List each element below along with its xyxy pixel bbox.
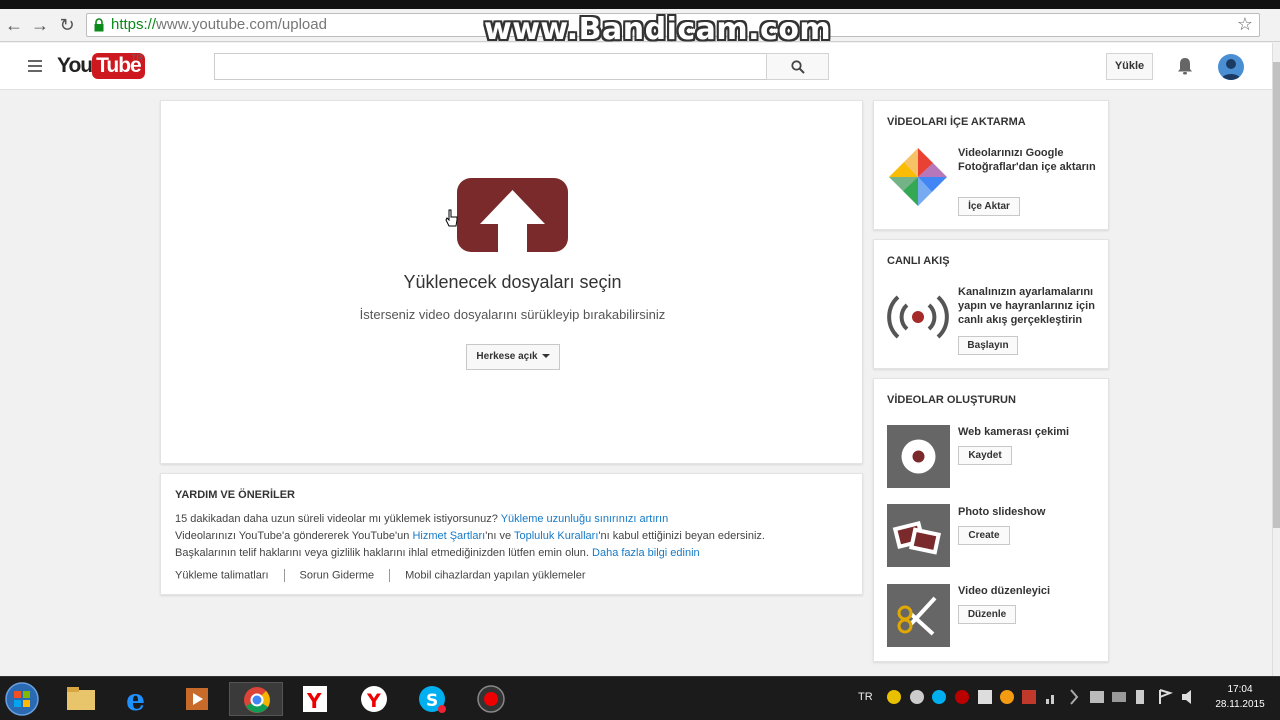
record-icon <box>477 685 505 713</box>
import-card: VİDEOLARI İÇE AKTARMA Videolarınızı Goog… <box>873 100 1109 230</box>
system-tray-icons[interactable] <box>884 687 1204 707</box>
import-title: VİDEOLARI İÇE AKTARMA <box>887 116 1026 128</box>
media-player-icon <box>186 688 208 710</box>
import-description: Videolarınızı Google Fotoğraflar'dan içe… <box>958 147 1096 173</box>
upload-button[interactable]: Yükle <box>1106 53 1153 80</box>
svg-text:Y: Y <box>306 689 322 713</box>
google-photos-icon <box>889 148 947 206</box>
live-card: CANLI AKIŞ Kanalınızın ayarlamalarını ya… <box>873 239 1109 369</box>
taskbar-yandex[interactable]: Y <box>347 682 401 716</box>
import-button[interactable]: İçe Aktar <box>958 197 1020 216</box>
yandex-icon: Y <box>361 686 387 712</box>
upload-instructions-link[interactable]: Yükleme talimatları <box>175 569 269 581</box>
language-indicator[interactable]: TR <box>858 691 873 703</box>
webcam-tile[interactable] <box>887 425 950 488</box>
caret-down-icon <box>541 354 550 359</box>
taskbar-bandicam[interactable] <box>464 682 518 716</box>
create-slideshow-button[interactable]: Create <box>958 526 1010 545</box>
taskbar-explorer[interactable] <box>54 682 108 716</box>
upload-dropzone[interactable]: Yüklenecek dosyaları seçin İsterseniz vi… <box>160 100 863 464</box>
edit-button[interactable]: Düzenle <box>958 605 1016 624</box>
recording-watermark: www.Bandicam.com <box>484 12 832 47</box>
guide-menu-icon[interactable] <box>28 60 42 72</box>
upload-arrow-icon[interactable] <box>457 178 568 252</box>
help-title: YARDIM VE ÖNERİLER <box>175 489 296 501</box>
avatar[interactable] <box>1218 54 1244 80</box>
upload-subtitle: İsterseniz video dosyalarını sürükleyip … <box>359 307 666 322</box>
editor-label: Video düzenleyici <box>958 585 1051 597</box>
bookmark-star-icon[interactable]: ☆ <box>1237 14 1253 35</box>
help-links: Yükleme talimatları Sorun Giderme Mobil ci… <box>175 569 586 582</box>
terms-link[interactable]: Hizmet Şartları <box>412 530 485 542</box>
system-clock[interactable]: 17:04 28.11.2015 <box>1210 682 1270 712</box>
privacy-dropdown[interactable]: Herkese açık <box>466 344 560 370</box>
search-button[interactable] <box>766 53 829 80</box>
skype-icon: S <box>419 686 446 713</box>
svg-text:e: e <box>126 683 145 716</box>
help-line-2: Videolarınızı YouTube'a göndererek YouTu… <box>175 530 765 542</box>
increase-limit-link[interactable]: Yükleme uzunluğu sınırınızı artırın <box>501 513 669 525</box>
record-button[interactable]: Kaydet <box>958 446 1012 465</box>
screen-top-strip <box>0 0 1280 9</box>
youtube-header: You Tube TR Yükle <box>0 43 1272 90</box>
scrollbar-thumb[interactable] <box>1273 62 1280 528</box>
photo-slideshow-icon <box>892 520 941 555</box>
webcam-label: Web kamerası çekimi <box>958 426 1070 438</box>
live-start-button[interactable]: Başlayın <box>958 336 1018 355</box>
svg-text:S: S <box>426 691 438 711</box>
taskbar-yandex-browser[interactable]: Y <box>288 682 342 716</box>
create-card: VİDEOLAR OLUŞTURUN Web kamerası çekimi K… <box>873 378 1109 662</box>
bell-icon[interactable] <box>1176 56 1194 76</box>
region-label: TR <box>131 53 143 63</box>
help-line-3: Başkalarının telif haklarını veya gizlil… <box>175 547 700 559</box>
internet-explorer-icon: e <box>126 683 145 718</box>
url-text: https://www.youtube.com/upload <box>111 16 327 33</box>
upload-title: Yüklenecek dosyaları seçin <box>403 272 622 292</box>
back-arrow-icon[interactable]: ← <box>4 15 24 35</box>
taskbar-ie[interactable]: e <box>112 682 166 718</box>
troubleshooting-link[interactable]: Sorun Giderme <box>300 569 375 581</box>
taskbar-skype[interactable]: S <box>405 682 459 716</box>
taskbar-media[interactable] <box>170 682 224 716</box>
help-card: YARDIM VE ÖNERİLER 15 dakikadan daha uzu… <box>160 473 863 595</box>
taskbar-chrome[interactable] <box>229 682 283 716</box>
learn-more-link[interactable]: Daha fazla bilgi edinin <box>592 547 700 559</box>
editor-tile[interactable] <box>887 584 950 647</box>
mouse-cursor-icon <box>445 209 458 227</box>
lock-icon <box>94 18 104 32</box>
live-title: CANLI AKIŞ <box>887 255 950 267</box>
search-input[interactable] <box>214 53 767 80</box>
mobile-uploads-link[interactable]: Mobil cihazlardan yapılan yüklemeler <box>405 569 585 581</box>
help-line-1: 15 dakikadan daha uzun süreli videolar m… <box>175 513 669 525</box>
folder-icon <box>67 687 95 710</box>
live-description: Kanalınızın ayarlamalarını yapın ve hayr… <box>958 286 1095 326</box>
reload-icon[interactable]: ↻ <box>57 15 77 35</box>
windows-taskbar: e Y Y S TR 17:04 28.11.2015 <box>0 676 1280 720</box>
community-guidelines-link[interactable]: Topluluk Kuralları <box>514 530 598 542</box>
search-icon <box>791 60 805 74</box>
yandex-browser-icon: Y <box>303 686 327 713</box>
start-button-icon[interactable] <box>2 679 42 719</box>
scissors-icon <box>897 596 937 636</box>
slideshow-tile[interactable] <box>887 504 950 567</box>
user-icon <box>1221 59 1241 80</box>
slideshow-label: Photo slideshow <box>958 506 1046 518</box>
live-broadcast-icon <box>887 295 949 339</box>
chrome-icon <box>244 687 270 713</box>
svg-text:Y: Y <box>366 690 381 712</box>
webcam-record-icon <box>901 439 936 474</box>
create-title: VİDEOLAR OLUŞTURUN <box>887 394 1016 406</box>
forward-arrow-icon[interactable]: → <box>30 15 50 35</box>
